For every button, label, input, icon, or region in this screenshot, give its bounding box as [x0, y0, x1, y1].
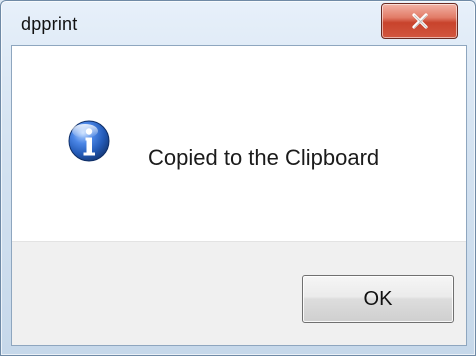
titlebar: dpprint [1, 1, 476, 41]
dialog-client-area: Copied to the Clipboard OK [11, 45, 467, 346]
ok-button[interactable]: OK [302, 275, 454, 323]
message-area: Copied to the Clipboard [12, 46, 466, 241]
dialog-window: dpprint Copied to the Clipboard OK [0, 0, 476, 356]
dialog-button-bar: OK [12, 241, 466, 345]
close-icon [408, 9, 432, 33]
window-title: dpprint [21, 14, 78, 34]
close-button[interactable] [381, 3, 458, 39]
dialog-message: Copied to the Clipboard [148, 145, 380, 170]
info-icon [67, 119, 111, 163]
